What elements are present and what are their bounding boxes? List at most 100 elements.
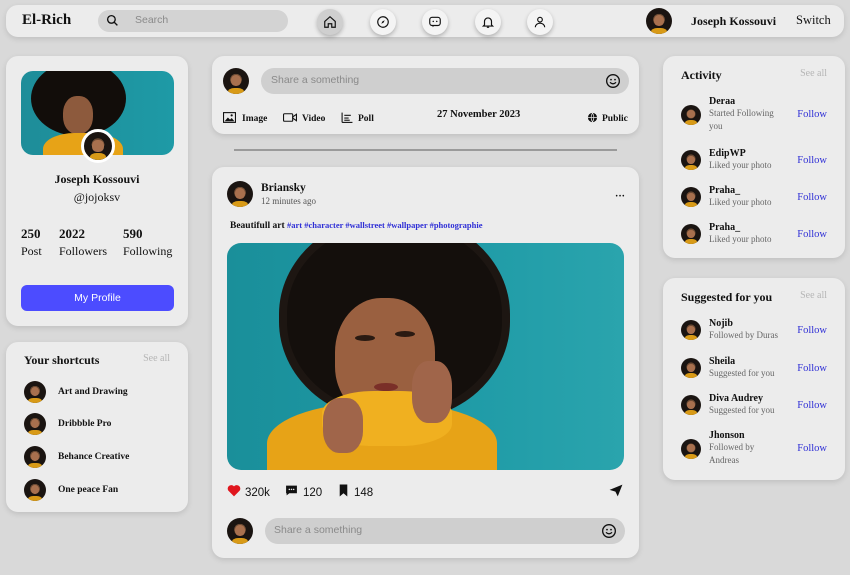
shortcut-label: One peace Fan	[58, 485, 119, 495]
app-logo[interactable]: El-Rich	[22, 12, 71, 29]
feed-divider	[234, 149, 617, 151]
user-icon	[534, 16, 546, 28]
activity-avatar[interactable]	[681, 224, 701, 244]
caption-text: Beautifull art	[230, 221, 285, 231]
poll-icon	[341, 110, 353, 128]
bookmark-icon	[338, 484, 349, 502]
suggested-avatar[interactable]	[681, 438, 701, 459]
shortcuts-title: Your shortcuts	[24, 353, 100, 367]
my-profile-button[interactable]: My Profile	[21, 285, 174, 311]
shortcut-label: Art and Drawing	[58, 387, 128, 397]
composer-card: Share a something Image Video Poll 27 No…	[212, 56, 639, 134]
follow-button[interactable]: Follow	[797, 443, 827, 454]
post-author-name[interactable]: Briansky	[261, 182, 306, 194]
shortcut-avatar	[24, 479, 46, 501]
shortcuts-card: Your shortcuts See all Art and Drawing D…	[6, 342, 188, 512]
message-icon	[429, 16, 441, 28]
bell-icon	[481, 17, 495, 28]
suggested-user-name[interactable]: Sheila	[709, 356, 789, 367]
activity-description: Started Following you	[709, 108, 774, 131]
messages-button[interactable]	[422, 9, 448, 35]
suggested-avatar[interactable]	[681, 358, 701, 378]
image-icon	[223, 110, 236, 128]
suggested-see-all[interactable]: See all	[800, 290, 827, 301]
home-icon	[324, 15, 336, 28]
suggested-avatar[interactable]	[681, 395, 701, 415]
share-button[interactable]	[609, 484, 623, 502]
activity-description: Liked your photo	[709, 160, 772, 170]
shortcut-item[interactable]: Dribbble Pro	[24, 413, 188, 435]
comment-placeholder: Share a something	[274, 524, 363, 536]
emoji-icon[interactable]	[601, 523, 617, 544]
comment-button[interactable]: 120	[285, 484, 322, 502]
shortcut-item[interactable]: Art and Drawing	[24, 381, 188, 403]
post-more-button[interactable]: ···	[615, 191, 625, 202]
suggested-user-name[interactable]: Diva Audrey	[709, 393, 789, 404]
post-image[interactable]	[227, 243, 624, 470]
activity-item: Praha_ Liked your photo Follow	[681, 185, 845, 209]
poll-label: Poll	[358, 114, 374, 124]
profile-avatar[interactable]	[81, 129, 115, 163]
follow-button[interactable]: Follow	[797, 400, 827, 411]
home-button[interactable]	[317, 9, 343, 35]
composer-placeholder: Share a something	[271, 74, 360, 86]
suggested-description: Suggested for you	[709, 405, 775, 415]
stat-following[interactable]: 590 Following	[123, 226, 172, 259]
shortcut-item[interactable]: Behance Creative	[24, 446, 188, 468]
activity-see-all[interactable]: See all	[800, 68, 827, 79]
suggested-user-name[interactable]: Jhonson	[709, 430, 781, 441]
stat-value: 250	[21, 226, 41, 241]
composer-date[interactable]: 27 November 2023	[437, 109, 520, 120]
topbar-avatar[interactable]	[646, 8, 672, 34]
like-button[interactable]: 320k	[227, 484, 270, 502]
follow-button[interactable]: Follow	[797, 192, 827, 203]
post-card: Briansky 12 minutes ago ··· Beautifull a…	[212, 167, 639, 558]
shortcuts-see-all[interactable]: See all	[143, 353, 170, 364]
follow-button[interactable]: Follow	[797, 363, 827, 374]
activity-user-name[interactable]: Deraa	[709, 96, 781, 107]
visibility-selector[interactable]: Public	[587, 110, 628, 128]
stat-posts[interactable]: 250 Post	[21, 226, 42, 259]
image-button[interactable]: Image	[223, 110, 267, 128]
post-author-avatar[interactable]	[227, 181, 253, 207]
switch-link[interactable]: Switch	[796, 13, 831, 28]
shortcut-item[interactable]: One peace Fan	[24, 479, 188, 501]
suggested-description: Followed by Duras	[709, 330, 778, 340]
search-bar[interactable]: Search	[98, 10, 288, 32]
activity-user-name[interactable]: Praha_	[709, 185, 781, 196]
follow-button[interactable]: Follow	[797, 229, 827, 240]
notifications-button[interactable]	[475, 9, 501, 35]
video-button[interactable]: Video	[283, 110, 325, 128]
activity-avatar[interactable]	[681, 187, 701, 207]
activity-user-name[interactable]: Praha_	[709, 222, 781, 233]
suggested-item: Nojib Followed by Duras Follow	[681, 318, 845, 342]
follow-button[interactable]: Follow	[797, 325, 827, 336]
explore-button[interactable]	[370, 9, 396, 35]
caption-hashtags[interactable]: #art #character #wallstreet #wallpaper #…	[287, 220, 482, 230]
poll-button[interactable]: Poll	[341, 110, 374, 128]
follow-button[interactable]: Follow	[797, 109, 827, 120]
suggested-avatar[interactable]	[681, 320, 701, 340]
stat-value: 2022	[59, 226, 85, 241]
activity-title: Activity	[681, 68, 722, 82]
composer-input[interactable]: Share a something	[261, 68, 629, 94]
suggested-item: Jhonson Followed by Andreas Follow	[681, 430, 845, 467]
send-icon	[609, 484, 623, 501]
emoji-icon[interactable]	[605, 73, 621, 94]
topbar-user-name[interactable]: Joseph Kossouvi	[691, 14, 776, 29]
account-button[interactable]	[527, 9, 553, 35]
shortcut-avatar	[24, 381, 46, 403]
video-label: Video	[302, 114, 326, 124]
activity-avatar[interactable]	[681, 150, 701, 170]
follow-button[interactable]: Follow	[797, 155, 827, 166]
shortcut-avatar	[24, 413, 46, 435]
suggested-user-name[interactable]: Nojib	[709, 318, 789, 329]
save-button[interactable]: 148	[338, 484, 373, 502]
activity-user-name[interactable]: EdipWP	[709, 148, 781, 159]
activity-avatar[interactable]	[681, 104, 701, 125]
comment-input[interactable]: Share a something	[265, 518, 625, 544]
stat-followers[interactable]: 2022 Followers	[59, 226, 107, 259]
comment-count: 120	[303, 487, 323, 499]
image-label: Image	[242, 114, 268, 124]
search-input[interactable]: Search	[135, 14, 168, 26]
